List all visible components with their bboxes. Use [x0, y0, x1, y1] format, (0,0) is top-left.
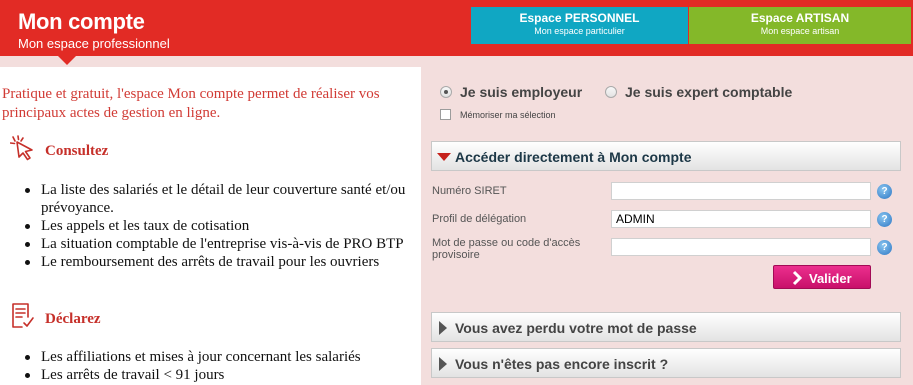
role-expert-comptable-label[interactable]: Je suis expert comptable	[625, 84, 792, 100]
espace-artisan-subtitle: Mon espace artisan	[760, 26, 840, 36]
espace-personnel-tab[interactable]: Espace PERSONNEL Mon espace particulier	[471, 7, 688, 44]
login-panel: Je suis employeur Je suis expert comptab…	[421, 67, 913, 385]
not-registered-accordion[interactable]: Vous n'êtes pas encore inscrit ?	[431, 348, 901, 378]
not-registered-title: Vous n'êtes pas encore inscrit ?	[455, 356, 669, 372]
espace-personnel-subtitle: Mon espace particulier	[534, 26, 625, 36]
remember-selection-checkbox[interactable]	[440, 109, 451, 120]
validate-button-label: Valider	[809, 271, 852, 286]
list-item: La situation comptable de l'entreprise v…	[25, 235, 411, 253]
list-item: Le remboursement des arrêts de travail p…	[25, 253, 411, 271]
list-item: La liste des salariés et le détail de le…	[25, 181, 411, 217]
siret-help-icon[interactable]: ?	[877, 184, 892, 199]
remember-selection-label[interactable]: Mémoriser ma sélection	[460, 110, 556, 120]
lost-password-accordion[interactable]: Vous avez perdu votre mot de passe	[431, 312, 901, 342]
declarez-list: Les affiliations et mises à jour concern…	[25, 348, 411, 384]
siret-label: Numéro SIRET	[432, 185, 507, 197]
triangle-right-icon	[439, 321, 447, 335]
intro-text: Pratique et gratuit, l'espace Mon compte…	[2, 86, 380, 121]
consultez-list: La liste des salariés et le détail de le…	[25, 181, 411, 271]
direct-access-accordion[interactable]: Accéder directement à Mon compte	[431, 141, 901, 171]
section-declarez-title: Déclarez	[45, 311, 101, 327]
delegation-profile-help-icon[interactable]: ?	[877, 212, 892, 227]
triangle-down-icon	[437, 153, 451, 161]
remember-selection[interactable]: Mémoriser ma sélection	[440, 109, 556, 120]
header-divider-strip	[0, 56, 913, 67]
role-employeur-label[interactable]: Je suis employeur	[460, 84, 582, 100]
page-title: Mon compte	[18, 9, 145, 34]
document-check-icon	[12, 303, 34, 328]
espace-artisan-title: Espace ARTISAN	[750, 11, 850, 25]
list-item: Les affiliations et mises à jour concern…	[25, 348, 411, 366]
password-input[interactable]	[611, 238, 871, 256]
header-notch-pointer	[58, 56, 76, 65]
role-expert-comptable-option[interactable]: Je suis expert comptable	[605, 83, 792, 101]
cursor-click-icon	[10, 135, 33, 161]
chevron-right-icon	[792, 270, 803, 286]
delegation-profile-input[interactable]	[611, 210, 871, 228]
list-item: Les arrêts de travail < 91 jours	[25, 366, 411, 384]
triangle-right-icon	[439, 357, 447, 371]
password-help-icon[interactable]: ?	[877, 240, 892, 255]
page-header: Mon compte Mon espace professionnel Espa…	[0, 0, 913, 56]
section-consultez-title: Consultez	[45, 143, 109, 159]
role-expert-comptable-radio[interactable]	[605, 86, 617, 98]
password-label: Mot de passe ou code d'accès provisoire	[432, 237, 581, 261]
siret-input[interactable]	[611, 182, 871, 200]
espace-personnel-title: Espace PERSONNEL	[519, 11, 640, 25]
info-column: Pratique et gratuit, l'espace Mon compte…	[0, 67, 420, 385]
role-employeur-option[interactable]: Je suis employeur	[440, 83, 582, 101]
list-item: Les appels et les taux de cotisation	[25, 217, 411, 235]
delegation-profile-label: Profil de délégation	[432, 213, 527, 225]
page-subtitle: Mon espace professionnel	[18, 36, 170, 51]
espace-artisan-tab[interactable]: Espace ARTISAN Mon espace artisan	[689, 7, 911, 44]
validate-button[interactable]: Valider	[773, 265, 871, 289]
lost-password-title: Vous avez perdu votre mot de passe	[455, 320, 697, 336]
direct-access-title: Accéder directement à Mon compte	[455, 149, 692, 165]
role-employeur-radio[interactable]	[440, 86, 452, 98]
